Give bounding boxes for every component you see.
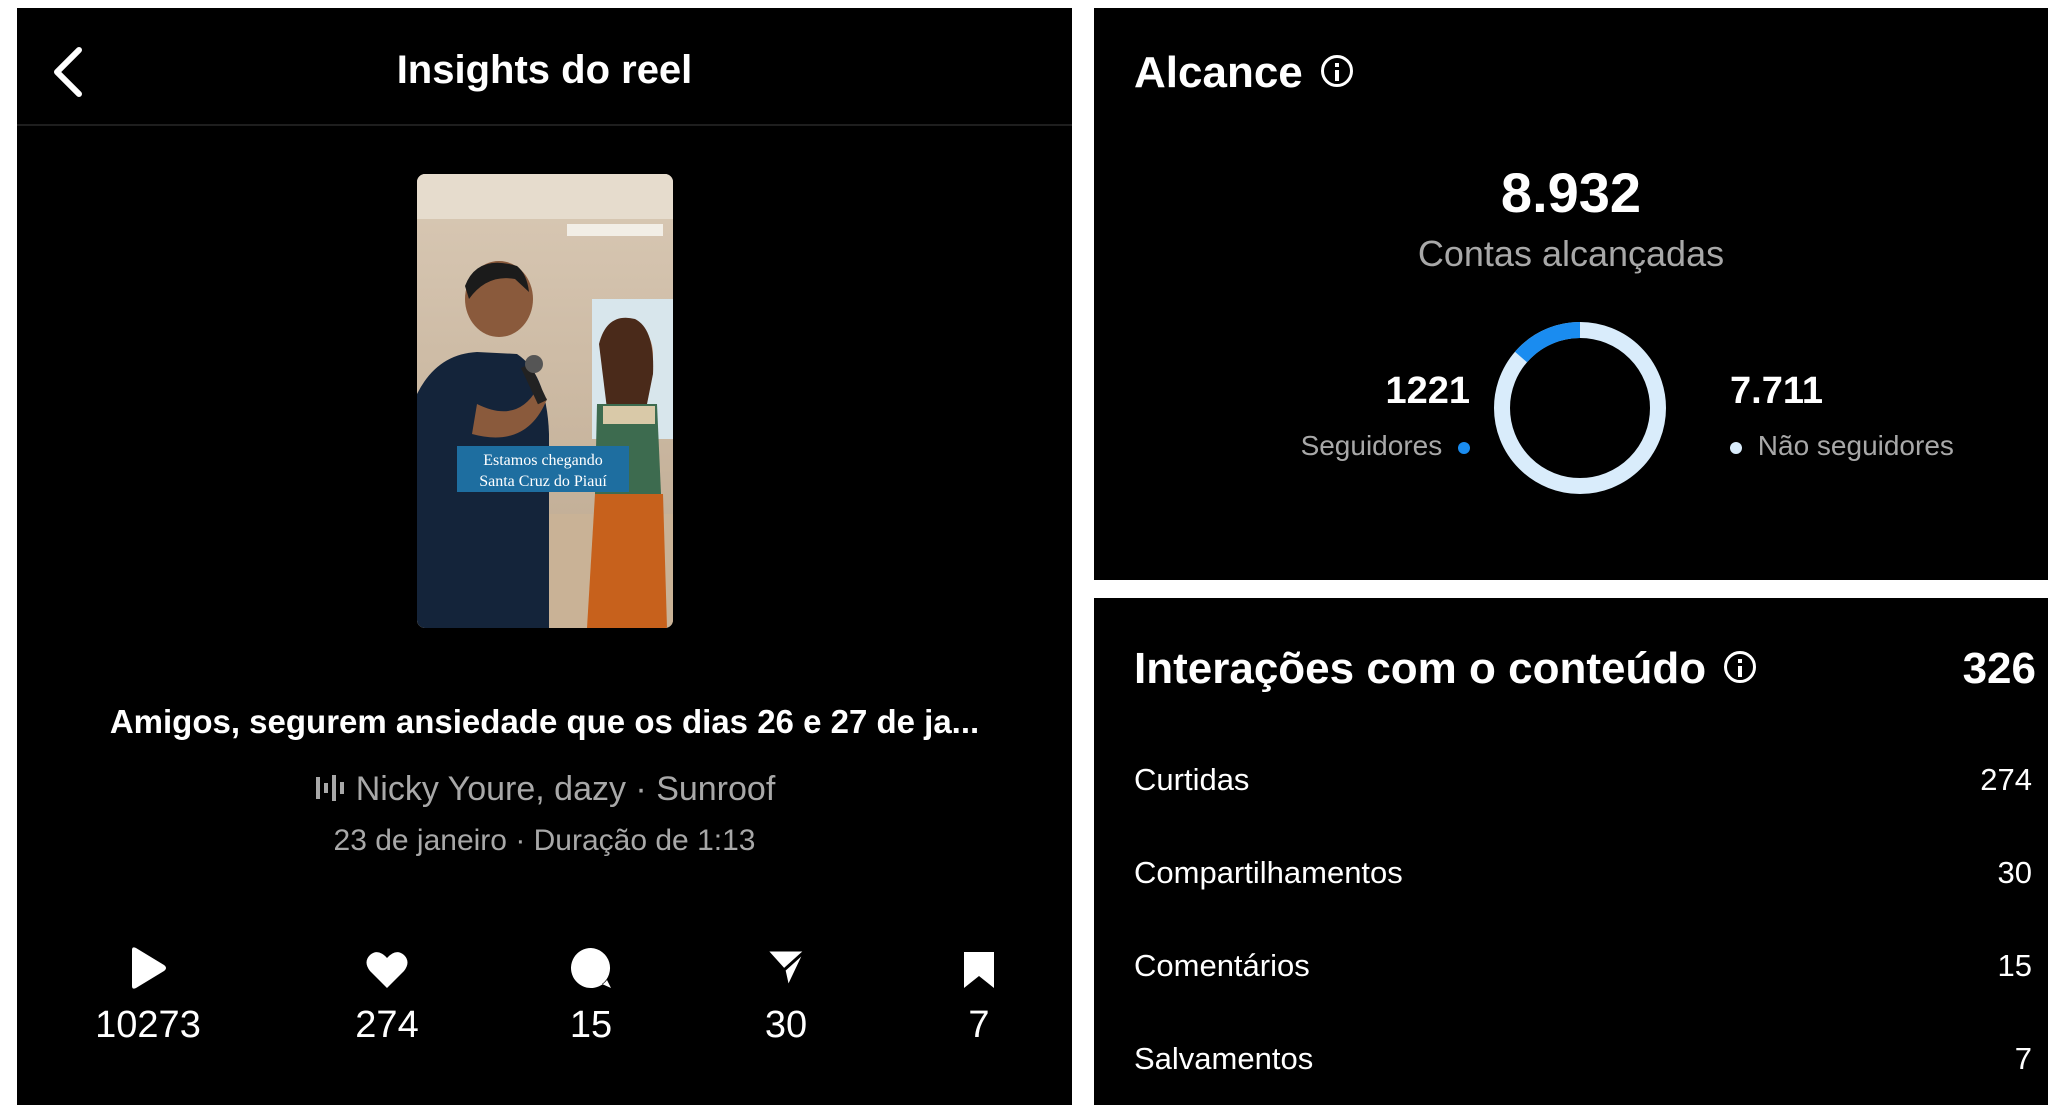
interactions-total: 326 [1962, 644, 2036, 693]
reel-thumbnail[interactable]: Estamos chegando Santa Cruz do Piauí [417, 174, 673, 628]
stat-plays: 10273 [68, 940, 228, 1047]
shares-row-value: 30 [1997, 855, 2032, 890]
reach-donut-chart [1494, 322, 1666, 494]
non-followers-label: Não seguidores [1730, 430, 1954, 462]
non-followers-count: 7.711 [1730, 370, 1823, 412]
send-icon [706, 940, 866, 990]
stat-shares: 30 [706, 940, 866, 1047]
followers-count: 1221 [1385, 370, 1470, 412]
likes-count: 274 [355, 1004, 419, 1046]
followers-dot [1458, 441, 1470, 454]
non-followers-dot [1730, 441, 1742, 454]
non-followers-label-text: Não seguidores [1757, 430, 1954, 461]
stat-likes: 274 [307, 940, 467, 1047]
info-icon[interactable] [1320, 55, 1353, 88]
comment-icon [511, 940, 671, 990]
audio-label: Nicky Youre, dazy · Sunroof [355, 770, 776, 808]
followers-label: Seguidores [1301, 430, 1470, 462]
shares-count: 30 [764, 1004, 808, 1046]
comments-row-value: 15 [1997, 948, 2032, 983]
likes-row-label: Curtidas [1134, 762, 1250, 797]
audio-wave-icon [315, 775, 344, 802]
reel-caption[interactable]: Amigos, segurem ansiedade que os dias 26… [17, 703, 1072, 741]
video-overlay-line2: Santa Cruz do Piauí [479, 473, 607, 490]
interactions-panel: Interações com o conteúdo 326 Curtidas 2… [1094, 598, 2048, 1105]
followers-label-text: Seguidores [1300, 430, 1443, 461]
comments-count: 15 [569, 1004, 613, 1046]
saves-row-label: Salvamentos [1134, 1041, 1314, 1076]
reel-insights-panel: Insights do reel Estamos chegando Santa … [17, 8, 1072, 1105]
saves-count: 7 [968, 1004, 990, 1046]
bookmark-icon [899, 940, 1059, 990]
video-overlay-line1: Estamos chegando [483, 452, 603, 469]
comments-row-label: Comentários [1134, 948, 1310, 983]
heart-icon [307, 940, 467, 990]
reach-total: 8.932 [1500, 161, 1642, 224]
post-date-duration: 23 de janeiro · Duração de 1:13 [333, 824, 756, 857]
reach-title-text: Alcance [1134, 48, 1303, 97]
play-icon [68, 940, 228, 990]
likes-row-value: 274 [1980, 762, 2032, 797]
interactions-title: Interações com o conteúdo [1134, 644, 1757, 694]
audio-info[interactable]: Nicky Youre, dazy · Sunroof [17, 770, 1072, 809]
interactions-title-text: Interações com o conteúdo [1134, 644, 1707, 693]
page-title: Insights do reel [396, 48, 693, 92]
plays-count: 10273 [95, 1004, 201, 1046]
stat-saves: 7 [899, 940, 1059, 1047]
shares-row-label: Compartilhamentos [1134, 855, 1403, 890]
header-divider [17, 124, 1072, 126]
saves-row-value: 7 [2014, 1041, 2032, 1076]
stat-comments: 15 [511, 940, 671, 1047]
reach-panel: Alcance 8.932 Contas alcançadas 1221 Seg… [1094, 8, 2048, 580]
reach-total-label: Contas alcançadas [1417, 233, 1725, 274]
info-icon[interactable] [1724, 651, 1757, 684]
reach-title: Alcance [1134, 48, 1353, 98]
